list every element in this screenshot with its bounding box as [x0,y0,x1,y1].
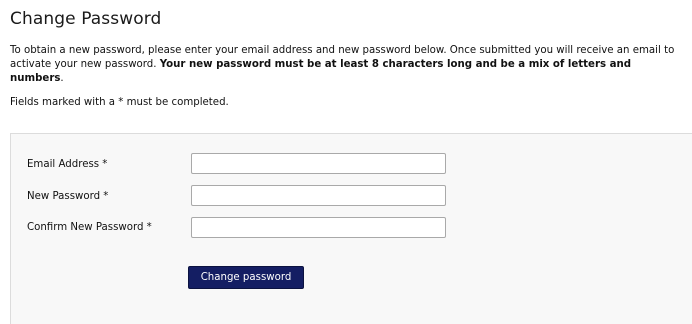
new-password-label: New Password * [27,191,109,202]
email-field[interactable] [191,153,446,174]
email-label: Email Address * [27,159,108,170]
intro-paragraph: To obtain a new password, please enter y… [10,44,686,86]
change-password-button[interactable]: Change password [188,266,304,289]
page-title: Change Password [10,9,162,29]
confirm-password-field[interactable] [191,217,446,238]
required-fields-note: Fields marked with a * must be completed… [10,97,229,108]
new-password-field[interactable] [191,185,446,206]
intro-end: . [60,73,64,84]
confirm-password-label: Confirm New Password * [27,222,152,233]
